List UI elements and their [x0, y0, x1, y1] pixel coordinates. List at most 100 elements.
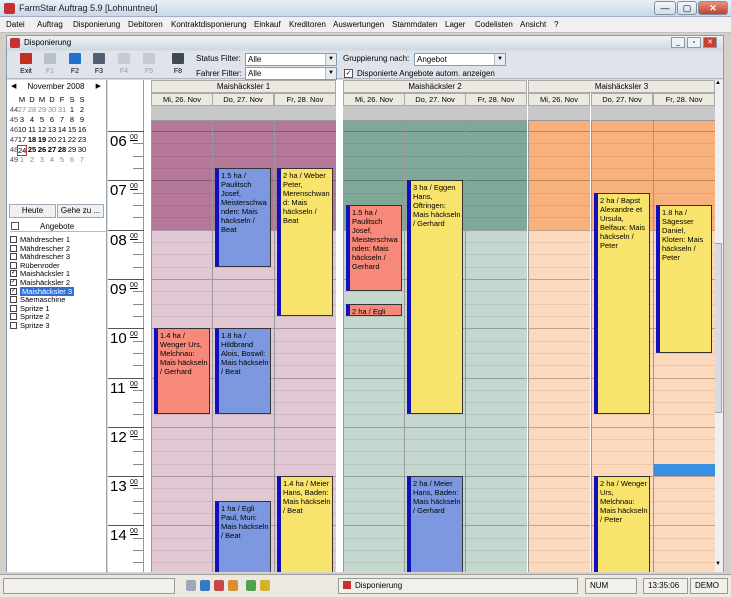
- window-icon[interactable]: [186, 580, 196, 591]
- calendar-day[interactable]: 17: [17, 135, 27, 144]
- calendar-day[interactable]: 19: [37, 135, 47, 144]
- calendar-day[interactable]: 1: [67, 105, 77, 114]
- refresh-icon[interactable]: [228, 580, 238, 591]
- status-filter-select[interactable]: Alle ▼: [245, 53, 337, 66]
- calendar-day[interactable]: 7: [57, 115, 67, 124]
- calendar-day[interactable]: 2: [77, 105, 87, 114]
- calendar-day[interactable]: 2: [27, 155, 37, 164]
- next-month-icon[interactable]: ▶: [96, 82, 101, 90]
- menu-kontraktdisponierung[interactable]: Kontraktdisponierung: [171, 20, 247, 29]
- offer-list-item[interactable]: Spritze 3: [10, 321, 105, 330]
- edit-icon[interactable]: [246, 580, 256, 591]
- calendar-day[interactable]: 8: [67, 115, 77, 124]
- calendar-day[interactable]: 5: [37, 115, 47, 124]
- calendar-day[interactable]: 29: [67, 145, 77, 154]
- appointment[interactable]: 1.5 ha / Paulitsch Josef, Meisterschwand…: [215, 167, 271, 267]
- appointment[interactable]: 3 ha / Eggen Hans, Oftringen: Mais häcks…: [407, 180, 463, 415]
- calendar-day[interactable]: 6: [67, 155, 77, 164]
- offer-checkbox[interactable]: [10, 261, 17, 269]
- appointment[interactable]: 2 ha / Egli Paul, Muri: Mais häckseln / …: [346, 303, 402, 316]
- toolbar-button-f4[interactable]: F4: [113, 52, 135, 78]
- menu-datei[interactable]: Datei: [6, 20, 25, 29]
- calendar-day[interactable]: 13: [47, 125, 57, 134]
- offer-checkbox[interactable]: [10, 313, 17, 321]
- day-column[interactable]: [528, 121, 590, 572]
- menu-lager[interactable]: Lager: [445, 20, 465, 29]
- selected-slot[interactable]: [654, 463, 715, 477]
- menu-[interactable]: ?: [554, 20, 558, 29]
- toolbar-button-f5[interactable]: F5: [138, 52, 160, 78]
- folder-icon[interactable]: [200, 580, 210, 591]
- offer-checkbox[interactable]: ✓: [10, 287, 17, 295]
- menu-auswertungen[interactable]: Auswertungen: [333, 20, 384, 29]
- calendar-day[interactable]: 3: [37, 155, 47, 164]
- calendar-day[interactable]: 9: [77, 115, 87, 124]
- offer-list-header-checkbox[interactable]: [11, 222, 19, 230]
- appointment[interactable]: 2 ha / Bapst Alexandre et Ursula, Belfau…: [594, 192, 650, 415]
- appointment[interactable]: 1.4 ha / Meier Hans, Baden: Mais häcksel…: [277, 476, 333, 572]
- appointment[interactable]: 2 ha / Meier Hans, Baden: Mais häckseln …: [407, 476, 463, 572]
- child-restore-button[interactable]: ▫: [687, 37, 701, 48]
- toolbar-button-exit[interactable]: Exit: [15, 52, 37, 78]
- appointment[interactable]: 2 ha / Weber Peter, Merenschwand: Mais h…: [277, 167, 333, 316]
- menu-kreditoren[interactable]: Kreditoren: [289, 20, 326, 29]
- offer-checkbox[interactable]: [10, 322, 17, 329]
- menu-auftrag[interactable]: Auftrag: [37, 20, 63, 29]
- menu-disponierung[interactable]: Disponierung: [73, 20, 120, 29]
- appointment[interactable]: 1.4 ha / Wenger Urs, Melchnau: Mais häck…: [154, 328, 210, 415]
- calendar-day[interactable]: 15: [67, 125, 77, 134]
- day-column[interactable]: 1.5 ha / Paulitsch Josef, Meisterschwand…: [343, 121, 405, 572]
- calendar-day[interactable]: 11: [27, 125, 37, 134]
- calendar-day[interactable]: 31: [57, 105, 67, 114]
- minimize-button[interactable]: —: [654, 1, 676, 15]
- calendar-day[interactable]: 30: [47, 105, 57, 114]
- tools-icon[interactable]: [260, 580, 270, 591]
- offer-checkbox[interactable]: [10, 296, 17, 304]
- calendar-day[interactable]: 28: [27, 105, 37, 114]
- offer-checkbox[interactable]: ✓: [10, 279, 17, 286]
- today-button[interactable]: Heute: [9, 204, 56, 218]
- auto-show-checkbox[interactable]: ✓: [344, 69, 353, 78]
- maximize-button[interactable]: ▢: [677, 1, 697, 15]
- calendar-day[interactable]: 5: [57, 155, 67, 164]
- calendar-day[interactable]: 10: [17, 125, 27, 134]
- day-column[interactable]: [465, 121, 527, 572]
- toolbar-button-f1[interactable]: F1: [39, 52, 61, 78]
- calendar-day[interactable]: 12: [37, 125, 47, 134]
- calendar-day[interactable]: 7: [77, 155, 87, 164]
- users-icon[interactable]: [214, 580, 224, 591]
- calendar-day[interactable]: 1: [17, 155, 27, 164]
- menu-stammdaten[interactable]: Stammdaten: [392, 20, 437, 29]
- day-column[interactable]: 1.4 ha / Wenger Urs, Melchnau: Mais häck…: [151, 121, 213, 572]
- goto-button[interactable]: Gehe zu ...: [57, 204, 104, 218]
- toolbar-button-f8[interactable]: F8: [167, 52, 189, 78]
- offer-checkbox[interactable]: ✓: [10, 270, 17, 278]
- day-column[interactable]: 3 ha / Eggen Hans, Oftringen: Mais häcks…: [404, 121, 466, 572]
- prev-month-icon[interactable]: ◀: [11, 82, 16, 90]
- calendar-day[interactable]: 27: [17, 105, 27, 114]
- appointment[interactable]: 1.8 ha / Sägesser Daniel, Kloten: Mais h…: [656, 204, 712, 353]
- calendar-day[interactable]: 21: [57, 135, 67, 144]
- calendar-day[interactable]: 3: [17, 115, 27, 124]
- menu-einkauf[interactable]: Einkauf: [254, 20, 281, 29]
- calendar-day[interactable]: 4: [27, 115, 37, 124]
- calendar-day[interactable]: 28: [57, 145, 67, 154]
- appointment[interactable]: 2 ha / Wenger Urs, Melchnau: Mais häckse…: [594, 476, 650, 572]
- day-column[interactable]: 2 ha / Weber Peter, Merenschwand: Mais h…: [274, 121, 336, 572]
- calendar-day[interactable]: 23: [77, 135, 87, 144]
- menu-ansicht[interactable]: Ansicht: [520, 20, 546, 29]
- child-close-button[interactable]: ✕: [703, 37, 717, 48]
- calendar-day[interactable]: 30: [77, 145, 87, 154]
- child-minimize-button[interactable]: _: [671, 37, 685, 48]
- calendar-day[interactable]: 27: [47, 145, 57, 154]
- calendar-day[interactable]: 29: [37, 105, 47, 114]
- grouping-select[interactable]: Angebot ▼: [414, 53, 506, 66]
- day-column[interactable]: 2 ha / Bapst Alexandre et Ursula, Belfau…: [591, 121, 653, 572]
- day-column[interactable]: 1.8 ha / Sägesser Daniel, Kloten: Mais h…: [653, 121, 715, 572]
- menu-debitoren[interactable]: Debitoren: [128, 20, 163, 29]
- calendar-day[interactable]: 26: [37, 145, 47, 154]
- calendar-day[interactable]: 25: [27, 145, 37, 154]
- calendar-day[interactable]: 14: [57, 125, 67, 134]
- close-button[interactable]: ✕: [698, 1, 728, 15]
- appointment[interactable]: 1.5 ha / Paulitsch Josef, Meisterschwand…: [346, 204, 402, 292]
